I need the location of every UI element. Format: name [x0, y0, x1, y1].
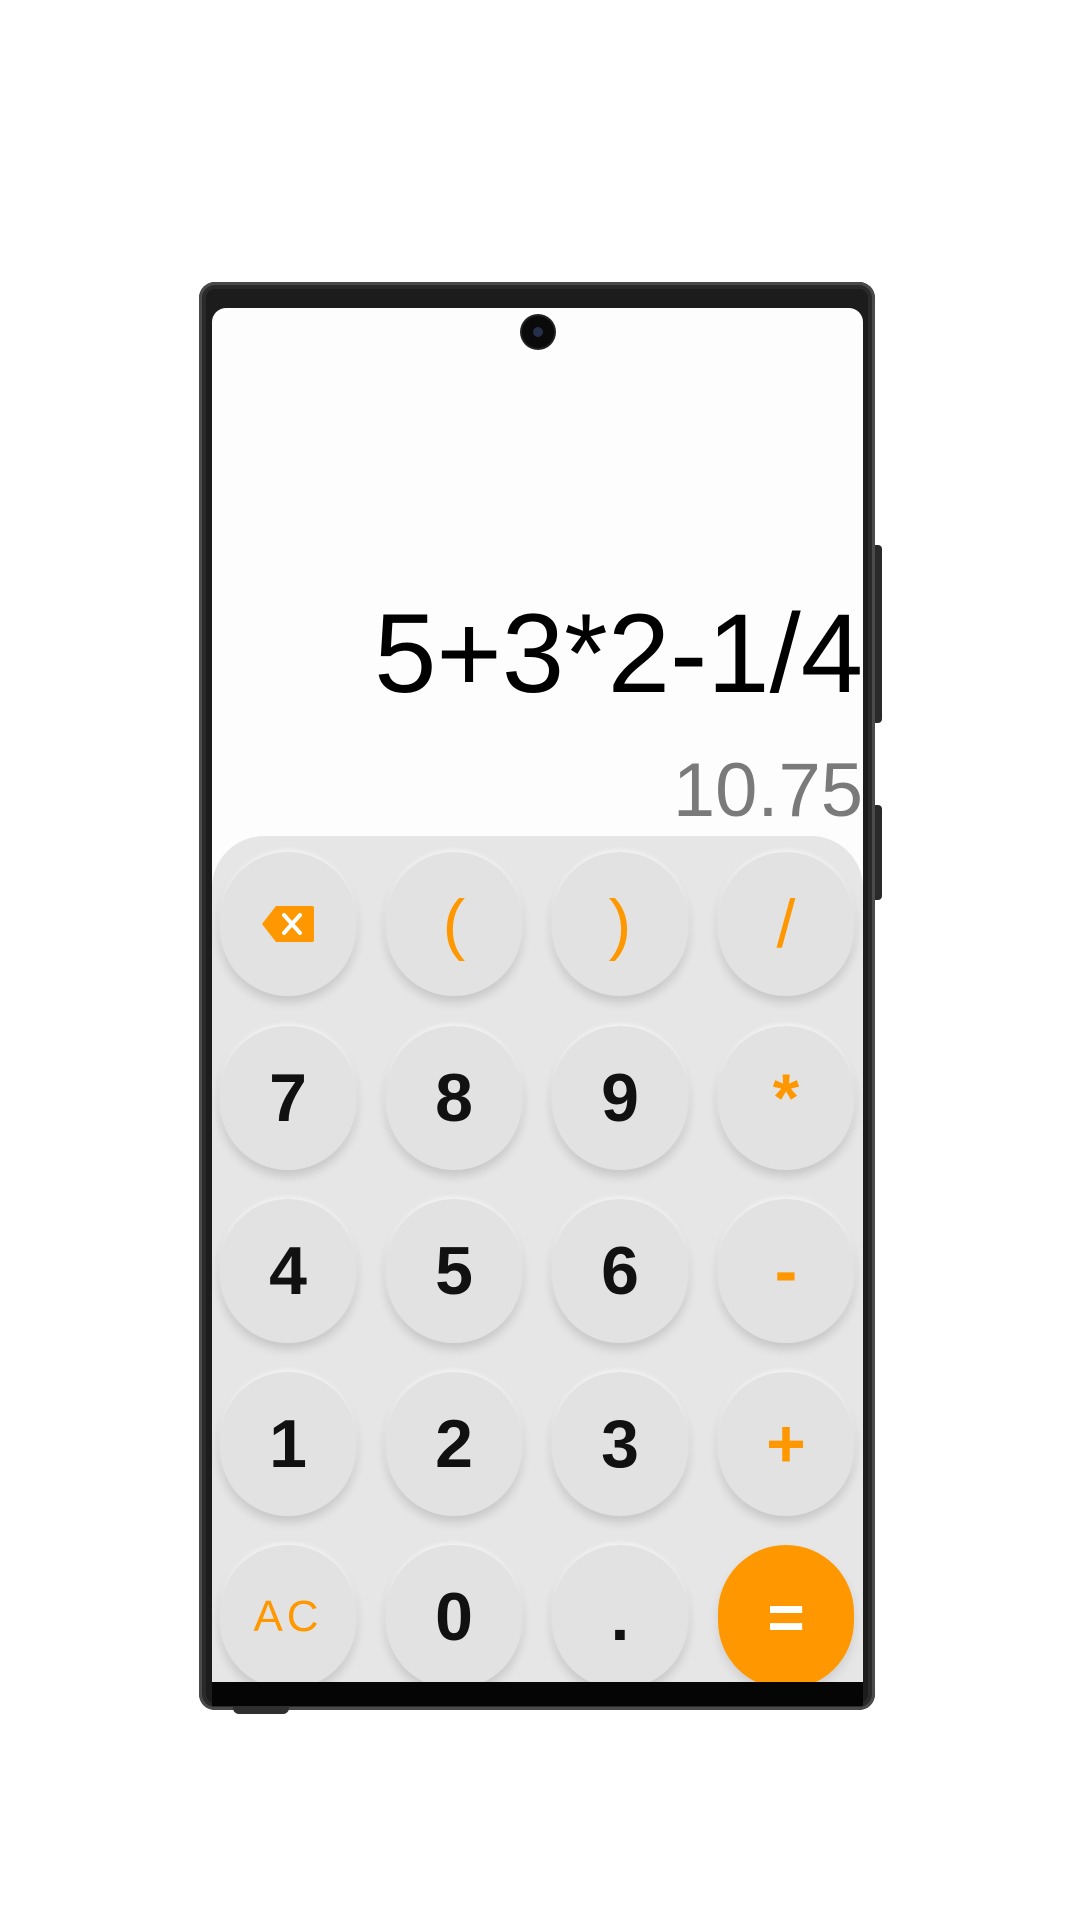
digit-4-button[interactable]: 4: [220, 1199, 356, 1343]
volume-button: [875, 805, 882, 900]
digit-3-label: 3: [601, 1406, 639, 1482]
digit-5-button[interactable]: 5: [386, 1199, 522, 1343]
decimal-label: .: [610, 1579, 630, 1655]
equals-button[interactable]: =: [718, 1545, 854, 1682]
backspace-button[interactable]: [220, 852, 356, 996]
digit-2-button[interactable]: 2: [386, 1372, 522, 1516]
digit-1-button[interactable]: 1: [220, 1372, 356, 1516]
decimal-button[interactable]: .: [552, 1545, 688, 1682]
digit-1-label: 1: [269, 1406, 307, 1482]
page: 5+3*2-1/4 10.75 ( ) / 7 8 9 * 4 5 6 - 1 …: [0, 0, 1080, 1920]
all-clear-button[interactable]: AC: [220, 1545, 356, 1682]
all-clear-label: AC: [253, 1592, 323, 1641]
calculator-screen: 5+3*2-1/4 10.75 ( ) / 7 8 9 * 4 5 6 - 1 …: [212, 308, 863, 1682]
equals-label: =: [767, 1581, 805, 1653]
screen-bottom-bezel: [212, 1682, 863, 1706]
multiply-button[interactable]: *: [718, 1026, 854, 1170]
open-paren-label: (: [442, 886, 466, 962]
add-label: +: [766, 1406, 806, 1482]
phone-bottom-detail: [233, 1706, 289, 1714]
keypad: ( ) / 7 8 9 * 4 5 6 - 1 2 3 + AC 0 . =: [212, 836, 863, 1682]
digit-5-label: 5: [435, 1233, 473, 1309]
power-button: [875, 545, 882, 723]
divide-button[interactable]: /: [718, 852, 854, 996]
digit-8-button[interactable]: 8: [386, 1026, 522, 1170]
digit-9-button[interactable]: 9: [552, 1026, 688, 1170]
digit-2-label: 2: [435, 1406, 473, 1482]
digit-3-button[interactable]: 3: [552, 1372, 688, 1516]
digit-8-label: 8: [435, 1060, 473, 1136]
close-paren-button[interactable]: ): [552, 852, 688, 996]
digit-4-label: 4: [269, 1233, 307, 1309]
expression-text: 5+3*2-1/4: [374, 591, 863, 716]
digit-7-label: 7: [269, 1060, 307, 1136]
digit-6-label: 6: [601, 1233, 639, 1309]
digit-0-label: 0: [435, 1579, 473, 1655]
digit-7-button[interactable]: 7: [220, 1026, 356, 1170]
subtract-label: -: [774, 1233, 798, 1309]
multiply-label: *: [772, 1060, 800, 1136]
result-text: 10.75: [672, 748, 863, 833]
backspace-icon: [262, 906, 314, 942]
digit-0-button[interactable]: 0: [386, 1545, 522, 1682]
subtract-button[interactable]: -: [718, 1199, 854, 1343]
display-area: 5+3*2-1/4 10.75: [212, 308, 863, 838]
divide-label: /: [776, 886, 796, 962]
digit-9-label: 9: [601, 1060, 639, 1136]
open-paren-button[interactable]: (: [386, 852, 522, 996]
close-paren-label: ): [608, 886, 632, 962]
add-button[interactable]: +: [718, 1372, 854, 1516]
digit-6-button[interactable]: 6: [552, 1199, 688, 1343]
